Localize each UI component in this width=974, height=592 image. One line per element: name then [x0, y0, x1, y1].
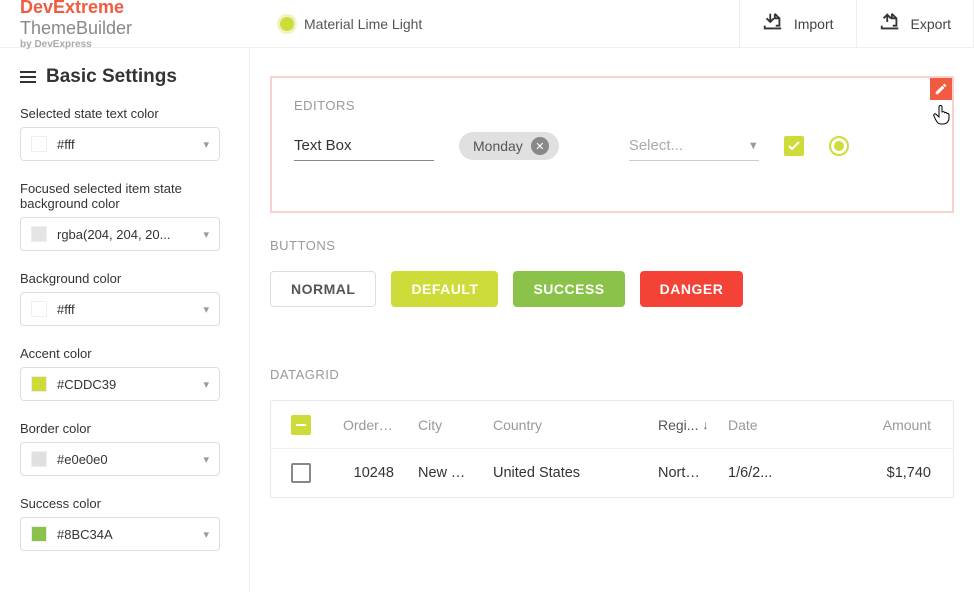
danger-button[interactable]: DANGER: [640, 271, 744, 307]
radio-selected[interactable]: [829, 136, 849, 156]
cell-region: North ...: [646, 465, 716, 481]
field-label: Focused selected item state background c…: [20, 181, 229, 211]
export-icon: [879, 11, 901, 36]
import-icon: [762, 11, 784, 36]
swatch-icon: [31, 376, 47, 392]
field-label: Accent color: [20, 346, 229, 361]
swatch-icon: [31, 451, 47, 467]
swatch-icon: [31, 301, 47, 317]
color-field[interactable]: rgba(204, 204, 20... ▾: [20, 217, 220, 251]
current-theme[interactable]: Material Lime Light: [250, 16, 452, 32]
field-value: #8BC34A: [57, 527, 193, 542]
swatch-icon: [31, 226, 47, 242]
color-field[interactable]: #e0e0e0 ▾: [20, 442, 220, 476]
chevron-down-icon: ▾: [203, 528, 209, 541]
field-label: Selected state text color: [20, 106, 229, 121]
chevron-down-icon: ▼: [748, 140, 759, 152]
buttons-title: BUTTONS: [270, 238, 954, 253]
editors-panel: EDITORS Monday ✕ Select... ▼: [270, 76, 954, 213]
select-dropdown[interactable]: Select... ▼: [629, 131, 759, 161]
export-label: Export: [911, 16, 951, 32]
col-amount[interactable]: Amount: [786, 417, 953, 433]
tag-label: Monday: [473, 138, 523, 154]
cell-amount: $1,740: [786, 465, 953, 481]
select-placeholder: Select...: [629, 137, 748, 154]
col-date[interactable]: Date: [716, 417, 786, 433]
col-order[interactable]: Order ID: [331, 417, 406, 433]
edit-panel-button[interactable]: [930, 78, 952, 100]
export-button[interactable]: Export: [856, 0, 974, 48]
row-checkbox[interactable]: [291, 463, 311, 483]
import-label: Import: [794, 16, 834, 32]
import-button[interactable]: Import: [739, 0, 856, 48]
color-field[interactable]: #fff ▾: [20, 127, 220, 161]
color-field[interactable]: #fff ▾: [20, 292, 220, 326]
chevron-down-icon: ▾: [203, 138, 209, 151]
select-all-checkbox[interactable]: [291, 415, 311, 435]
field-label: Background color: [20, 271, 229, 286]
field-value: #e0e0e0: [57, 452, 193, 467]
chevron-down-icon: ▾: [203, 228, 209, 241]
datagrid-title: DATAGRID: [270, 367, 954, 382]
chevron-down-icon: ▾: [203, 303, 209, 316]
col-region[interactable]: Regi... ↓: [646, 417, 716, 433]
brand-part2: ThemeBuilder: [20, 18, 132, 38]
chevron-down-icon: ▾: [203, 378, 209, 391]
field-label: Border color: [20, 421, 229, 436]
sort-down-icon: ↓: [702, 418, 708, 432]
field-value: #fff: [57, 137, 193, 152]
normal-button[interactable]: NORMAL: [270, 271, 376, 307]
checkbox-checked[interactable]: [784, 136, 804, 156]
cell-city: New Y...: [406, 465, 481, 481]
col-city[interactable]: City: [406, 417, 481, 433]
swatch-icon: [31, 136, 47, 152]
col-country[interactable]: Country: [481, 417, 646, 433]
table-row[interactable]: 10248New Y...United StatesNorth ...1/6/2…: [271, 449, 953, 497]
cell-country: United States: [481, 465, 646, 481]
sidebar-title: Basic Settings: [46, 66, 177, 88]
menu-icon[interactable]: [20, 71, 36, 83]
field-value: #CDDC39: [57, 377, 193, 392]
cell-date: 1/6/2...: [716, 465, 786, 481]
field-label: Success color: [20, 496, 229, 511]
theme-name: Material Lime Light: [304, 16, 422, 32]
textbox-input[interactable]: [294, 131, 434, 161]
chevron-down-icon: ▾: [203, 453, 209, 466]
editors-title: EDITORS: [294, 98, 930, 113]
color-field[interactable]: #CDDC39 ▾: [20, 367, 220, 401]
datagrid: Order ID City Country Regi... ↓ Date Amo…: [270, 400, 954, 498]
swatch-icon: [31, 526, 47, 542]
brand-part1: DevExtreme: [20, 0, 124, 17]
success-button[interactable]: SUCCESS: [513, 271, 624, 307]
field-value: rgba(204, 204, 20...: [57, 227, 193, 242]
cursor-hand-icon: [930, 102, 954, 129]
field-value: #fff: [57, 302, 193, 317]
tag-remove-icon[interactable]: ✕: [531, 137, 549, 155]
tag-chip[interactable]: Monday ✕: [459, 132, 559, 160]
default-button[interactable]: DEFAULT: [391, 271, 498, 307]
col-region-label: Regi...: [658, 417, 698, 433]
color-field[interactable]: #8BC34A ▾: [20, 517, 220, 551]
cell-order: 10248: [331, 465, 406, 481]
theme-swatch-icon: [280, 17, 294, 31]
